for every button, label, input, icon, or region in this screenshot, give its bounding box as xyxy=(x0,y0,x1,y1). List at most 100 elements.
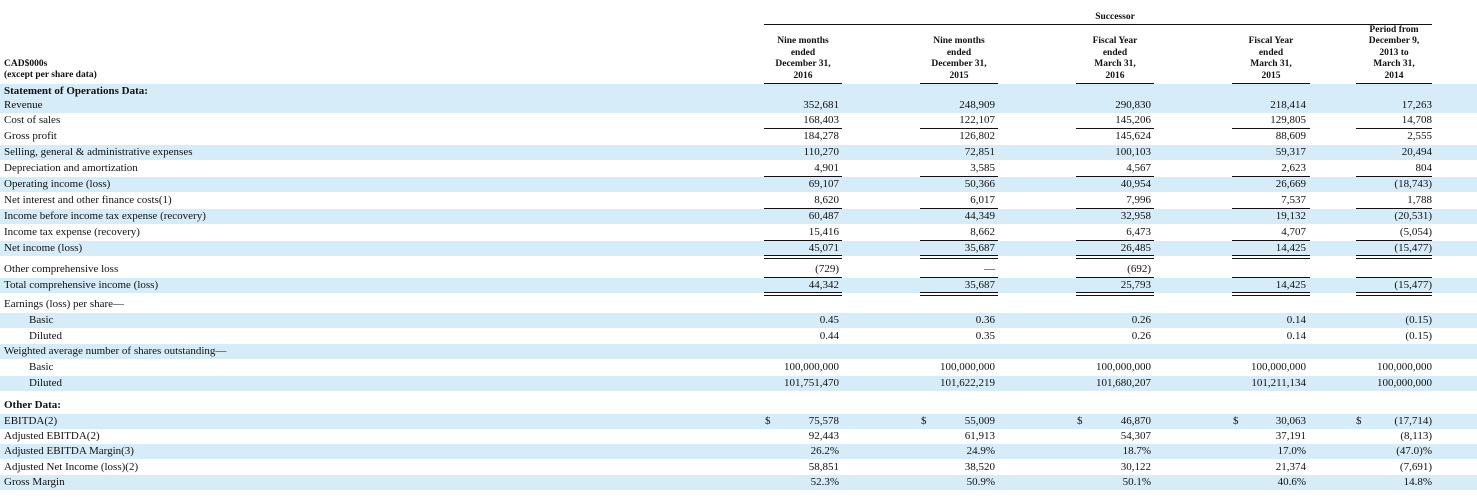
table-cell: (15,477) xyxy=(1394,242,1432,254)
table-cell: 0.26 xyxy=(1131,314,1151,326)
table-cell: 2,623 xyxy=(1281,162,1306,174)
row-label: Earnings (loss) per share— xyxy=(4,298,125,310)
table-row: Other Data: xyxy=(0,398,1477,413)
units-label: CAD$000s xyxy=(4,59,48,69)
table-cell: 75,578 xyxy=(808,415,839,427)
table-cell: 100,000,000 xyxy=(940,361,995,373)
column-header-line: ended xyxy=(1102,47,1128,58)
table-cell: 0.44 xyxy=(819,330,839,342)
column-header-line: 2015 xyxy=(1261,70,1281,81)
table-row: Selling, general & administrative expens… xyxy=(0,145,1477,160)
table-cell: 129,805 xyxy=(1270,114,1306,126)
table-cell: 52.3% xyxy=(810,476,839,488)
table-cell: 4,707 xyxy=(1281,226,1306,238)
column-header-line: Nine months xyxy=(777,36,829,46)
table-cell: 72,851 xyxy=(964,146,995,158)
column-header-line: Period from xyxy=(1369,24,1419,35)
row-label: Adjusted EBITDA Margin(3) xyxy=(4,445,134,457)
table-cell: 17,263 xyxy=(1401,99,1432,111)
table-cell: 0.45 xyxy=(819,314,839,326)
table-cell: 100,103 xyxy=(1115,146,1151,158)
table-cell: (20,531) xyxy=(1394,210,1432,222)
column-header-line: March 31, xyxy=(1250,59,1292,69)
table-cell: 0.36 xyxy=(975,314,995,326)
table-cell: 55,009 xyxy=(964,415,995,427)
row-label: Gross Margin xyxy=(4,476,65,488)
row-label: Adjusted Net Income (loss)(2) xyxy=(4,461,139,473)
table-cell: 0.14 xyxy=(1286,330,1306,342)
table-cell: 92,443 xyxy=(808,430,839,442)
table-cell: 3,585 xyxy=(970,162,995,174)
table-cell: 17.0% xyxy=(1277,445,1306,457)
column-header-line: Nine months xyxy=(933,36,985,46)
table-cell: 26,485 xyxy=(1120,242,1151,254)
table-cell: 6,017 xyxy=(970,194,995,206)
column-header-line: December 31, xyxy=(931,59,987,69)
double-underline xyxy=(1356,255,1432,259)
row-label: Income before income tax expense (recove… xyxy=(4,210,206,222)
table-cell: 40.6% xyxy=(1277,476,1306,488)
table-cell: 100,000,000 xyxy=(784,361,839,373)
table-cell: (18,743) xyxy=(1394,178,1432,190)
table-cell: 145,206 xyxy=(1115,114,1151,126)
column-header-line: December 31, xyxy=(775,59,831,69)
table-cell: 20,494 xyxy=(1401,146,1432,158)
table-cell: 69,107 xyxy=(808,178,839,190)
table-row: Total comprehensive income (loss) 44,342 3… xyxy=(0,278,1477,296)
header-top-rule xyxy=(764,24,1432,25)
double-underline xyxy=(764,255,842,259)
table-cell: 0.26 xyxy=(1131,330,1151,342)
table-cell: 50,366 xyxy=(964,178,995,190)
column-header-line: March 31, xyxy=(1094,59,1136,69)
row-label: Adjusted EBITDA(2) xyxy=(4,430,100,442)
row-label: Other comprehensive loss xyxy=(4,263,119,275)
table-cell: 50.9% xyxy=(966,476,995,488)
table-row: Depreciation and amortization 4,901 3,585 4… xyxy=(0,161,1477,177)
table-row: Cost of sales 168,403 122,107 145,206 129,80… xyxy=(0,113,1477,129)
currency-symbol: $ xyxy=(765,415,771,427)
table-cell: 100,000,000 xyxy=(1377,361,1432,373)
row-label: Basic xyxy=(29,361,54,373)
column-header-line: Fiscal Year xyxy=(1248,36,1294,46)
row-label: Weighted average number of shares outsta… xyxy=(4,345,227,357)
table-row: Gross profit 184,278 126,802 145,624 88,609 2… xyxy=(0,129,1477,144)
table-cell: 30,122 xyxy=(1120,461,1151,473)
column-header-line: 2016 xyxy=(793,70,813,81)
table-cell: (17,714) xyxy=(1394,415,1432,427)
table-cell: 0.14 xyxy=(1286,314,1306,326)
table-row: Net interest and other finance costs(1) 8… xyxy=(0,193,1477,209)
row-label: Net interest and other finance costs(1) xyxy=(4,194,172,206)
table-cell: (5,054) xyxy=(1399,226,1432,238)
table-row: Operating income (loss) 69,107 50,366 40,95… xyxy=(0,177,1477,192)
table-cell: 110,270 xyxy=(803,146,839,158)
table-cell: 32,958 xyxy=(1120,210,1151,222)
table-cell: 100,000,000 xyxy=(1251,361,1306,373)
column-header-line: December 9, xyxy=(1368,36,1420,46)
successor-label: Successor xyxy=(1095,12,1135,22)
table-row: Earnings (loss) per share— xyxy=(0,297,1477,312)
table-cell: 100,000,000 xyxy=(1377,377,1432,389)
column-header-line: 2014 xyxy=(1384,70,1404,81)
table-cell: 101,680,207 xyxy=(1096,377,1151,389)
financial-table: Successor CAD$000s (except per share data)… xyxy=(0,0,1477,499)
row-label: Total comprehensive income (loss) xyxy=(4,279,159,291)
double-underline xyxy=(920,292,998,296)
row-label: EBITDA(2) xyxy=(4,415,58,427)
table-cell: 60,487 xyxy=(808,210,839,222)
table-row: Basic 100,000,000 100,000,000 100,000,000 10… xyxy=(0,360,1477,375)
row-label: Diluted xyxy=(29,377,62,389)
table-cell: 101,622,219 xyxy=(940,377,995,389)
currency-symbol: $ xyxy=(1356,415,1362,427)
table-cell: 168,403 xyxy=(803,114,839,126)
row-label: Other Data: xyxy=(4,399,61,411)
double-underline xyxy=(1232,292,1310,296)
table-row: Income before income tax expense (recove… xyxy=(0,209,1477,224)
table-row: Other comprehensive loss (729) — (692) xyxy=(0,262,1477,278)
table-cell: 38,520 xyxy=(964,461,995,473)
double-underline xyxy=(1076,292,1154,296)
table-cell: (7,691) xyxy=(1399,461,1432,473)
table-cell: (729) xyxy=(815,263,839,275)
row-label: Statement of Operations Data: xyxy=(4,85,148,97)
table-cell: 804 xyxy=(1415,162,1433,174)
table-cell: 4,901 xyxy=(814,162,839,174)
